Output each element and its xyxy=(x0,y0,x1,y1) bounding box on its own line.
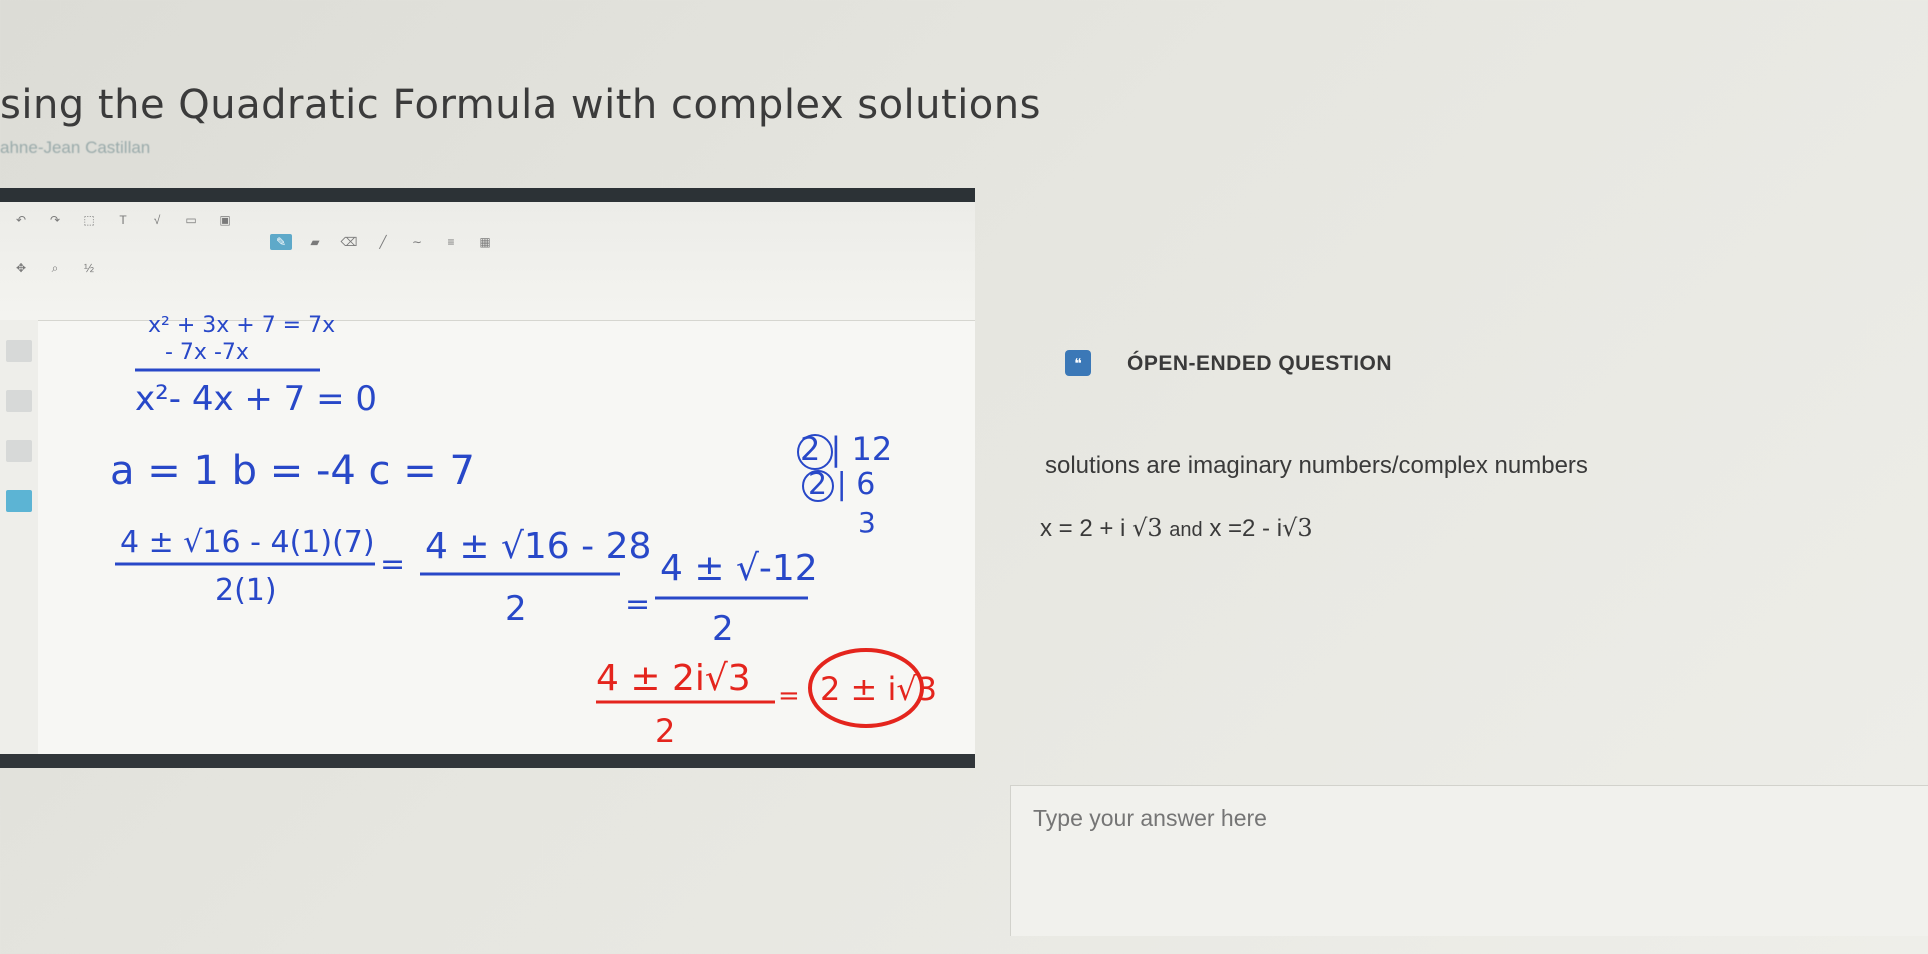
equals-sign-1: = xyxy=(380,547,405,582)
answer-input-box[interactable] xyxy=(1010,785,1928,936)
lesson-title: sing the Quadratic Formula with complex … xyxy=(0,82,1041,128)
coefficients: a = 1 b = -4 c = 7 xyxy=(110,448,475,494)
answer-sqrt1: √3 xyxy=(1132,514,1163,542)
answer-x1: x = 2 + i xyxy=(1040,515,1126,542)
final-answer: 2 ± i√3 xyxy=(820,670,937,708)
answer-text: solutions are imaginary numbers/complex … xyxy=(1045,452,1588,479)
speech-bubble-icon: ❝ xyxy=(1065,350,1091,376)
answer-sqrt2: √3 xyxy=(1282,514,1313,542)
formula-step4-numerator: 4 ± 2i√3 xyxy=(596,658,751,699)
formula-step1-numerator: 4 ± √16 - 4(1)(7) xyxy=(120,525,375,560)
formula-step4-denominator: 2 xyxy=(655,712,675,750)
equation-original: x² + 3x + 7 = 7x xyxy=(148,313,335,338)
equation-subtract: - 7x -7x xyxy=(165,340,249,365)
formula-step2-numerator: 4 ± √16 - 28 xyxy=(425,526,651,567)
equation-standard-form: x²- 4x + 7 = 0 xyxy=(135,379,377,419)
answer-and: and xyxy=(1169,519,1203,541)
formula-step2-denominator: 2 xyxy=(505,589,527,629)
equals-sign-3: = xyxy=(778,681,800,711)
lesson-author: ahne-Jean Castillan xyxy=(0,138,151,157)
drawing-canvas[interactable]: x² + 3x + 7 = 7x - 7x -7x x²- 4x + 7 = 0… xyxy=(0,202,975,754)
answer-solutions: x = 2 + i √3 and x =2 - i√3 xyxy=(1040,514,1313,543)
question-type-label: ÓPEN-ENDED QUESTION xyxy=(1127,352,1393,375)
formula-step3-denominator: 2 xyxy=(712,609,734,649)
answer-input[interactable] xyxy=(1031,804,1635,833)
factor-mid: 2 | 6 xyxy=(808,467,875,502)
whiteboard-panel: ↶ ↷ ⬚ T √ ▭ ▣ ✎ ▰ ⌫ ╱ ∼ ≡ ▦ ✥ ⌕ ½ x² + 3… xyxy=(0,188,975,768)
factor-bottom: 3 xyxy=(858,506,876,539)
equals-sign-2: = xyxy=(625,587,650,622)
formula-step3-numerator: 4 ± √-12 xyxy=(660,548,818,589)
answer-x2: x =2 - i xyxy=(1209,515,1283,542)
formula-step1-denominator: 2(1) xyxy=(215,573,277,608)
